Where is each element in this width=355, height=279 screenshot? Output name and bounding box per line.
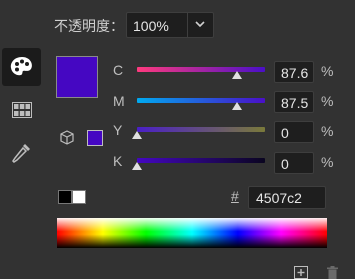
chevron-down-icon	[195, 21, 205, 28]
color-spectrum[interactable]	[57, 218, 327, 248]
white-swatch[interactable]	[72, 190, 86, 204]
opacity-dropdown-button[interactable]	[188, 12, 214, 38]
channel-m-percent: %	[321, 93, 334, 109]
channel-k-slider[interactable]	[137, 158, 265, 163]
channel-m-slider[interactable]	[137, 98, 265, 103]
channel-k-value: 0	[281, 156, 289, 172]
opacity-label: 不透明度：	[54, 18, 124, 34]
hex-hash-label: #	[231, 188, 239, 204]
channel-k-input[interactable]: 0	[274, 152, 314, 174]
channel-m-label: M	[113, 93, 125, 109]
opacity-input[interactable]: 100%	[126, 12, 188, 38]
opacity-value: 100%	[133, 18, 169, 34]
cube-icon[interactable]	[60, 130, 74, 145]
hex-input[interactable]: 4507c2	[248, 186, 326, 209]
channel-c-slider[interactable]	[137, 67, 265, 72]
current-color-swatch[interactable]	[56, 56, 98, 98]
palette-icon	[10, 57, 32, 76]
channel-k-label: K	[113, 153, 123, 169]
channel-k-thumb[interactable]	[132, 162, 142, 170]
channel-y-value: 0	[281, 125, 289, 141]
channel-c-input[interactable]: 87.6	[274, 61, 314, 83]
trash-icon[interactable]	[326, 266, 339, 279]
channel-y-slider[interactable]	[137, 127, 265, 132]
hex-value: 4507c2	[256, 190, 302, 206]
channel-y-thumb[interactable]	[132, 131, 142, 139]
default-colors-button[interactable]	[58, 190, 86, 204]
channel-y-percent: %	[321, 123, 334, 139]
eyedropper-icon[interactable]	[12, 142, 32, 164]
channel-m-value: 87.5	[281, 95, 309, 111]
add-swatch-icon[interactable]	[294, 266, 308, 279]
channel-c-percent: %	[321, 63, 334, 79]
channel-c-label: C	[113, 62, 124, 78]
channel-y-label: Y	[113, 122, 123, 138]
swatches-grid-icon[interactable]	[12, 102, 32, 118]
channel-m-input[interactable]: 87.5	[274, 91, 314, 113]
channel-m-thumb[interactable]	[232, 102, 242, 110]
channel-k-percent: %	[321, 154, 334, 170]
channel-y-input[interactable]: 0	[274, 121, 314, 143]
channel-c-thumb[interactable]	[232, 71, 243, 79]
channel-c-value: 87.6	[281, 65, 309, 81]
gamut-color-swatch[interactable]	[87, 130, 103, 146]
black-swatch[interactable]	[58, 190, 72, 204]
